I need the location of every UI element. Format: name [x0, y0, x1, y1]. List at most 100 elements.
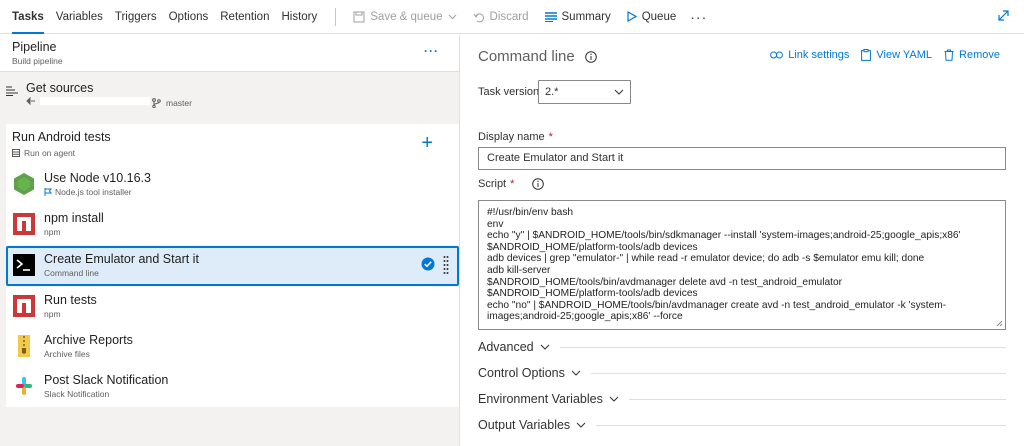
repo-icon	[26, 97, 35, 105]
add-task-icon[interactable]: +	[421, 132, 433, 155]
view-yaml-button[interactable]: View YAML	[861, 49, 932, 61]
branch-icon	[152, 98, 161, 108]
save-icon	[353, 11, 365, 22]
section-divider	[596, 424, 1006, 426]
task-item-selected[interactable]: Create Emulator and Start it Command lin…	[6, 246, 459, 286]
tab-tasks[interactable]: Tasks	[6, 0, 50, 34]
task-type: Command line	[44, 268, 99, 278]
task-name: npm install	[44, 211, 104, 225]
check-circle-icon	[421, 257, 435, 271]
branch-info: master	[152, 98, 192, 108]
section-advanced[interactable]: Advanced	[478, 340, 1006, 354]
tab-history[interactable]: History	[275, 0, 323, 34]
section-divider	[559, 346, 1006, 348]
task-item[interactable]: Use Node v10.16.3 Node.js tool installer	[6, 165, 459, 205]
chevron-down-icon	[614, 89, 624, 95]
remove-button[interactable]: Remove	[944, 49, 1000, 61]
drag-handle-icon[interactable]	[443, 255, 449, 277]
display-name-label: Display name *	[478, 131, 553, 143]
discard-button[interactable]: Discard	[465, 0, 537, 34]
view-yaml-label: View YAML	[876, 49, 933, 61]
task-details-panel: Command line Link settings View YAML Rem…	[461, 35, 1024, 446]
tab-retention[interactable]: Retention	[214, 0, 275, 34]
nodejs-icon	[14, 173, 34, 195]
tab-options[interactable]: Options	[163, 0, 215, 34]
task-version-value: 2.*	[545, 86, 559, 98]
queue-button[interactable]: Queue	[619, 0, 685, 34]
branch-name: master	[166, 98, 192, 108]
terminal-icon	[13, 254, 35, 276]
summary-button[interactable]: Summary	[537, 0, 619, 34]
info-icon[interactable]	[584, 50, 597, 63]
repo-name-redacted	[40, 97, 150, 105]
section-control-options-label: Control Options	[478, 366, 565, 380]
task-version-select[interactable]: 2.*	[538, 80, 631, 104]
task-item[interactable]: Post Slack Notification Slack Notificati…	[6, 367, 459, 407]
expand-icon[interactable]	[997, 9, 1010, 22]
trash-icon	[944, 49, 954, 61]
source-list-icon	[6, 86, 18, 96]
chevron-down-icon	[448, 14, 456, 19]
tab-history-label: History	[281, 10, 318, 23]
info-icon[interactable]	[532, 178, 545, 190]
pipeline-title: Pipeline	[12, 40, 57, 54]
agent-job-subtitle-text: Run on agent	[24, 148, 76, 158]
link-icon	[770, 51, 784, 59]
get-sources-item[interactable]: Get sources master	[0, 75, 459, 117]
task-item[interactable]: Run tests npm	[6, 287, 459, 327]
tab-retention-label: Retention	[220, 10, 270, 23]
display-name-input[interactable]: Create Emulator and Start it	[478, 147, 1006, 170]
section-output-variables[interactable]: Output Variables	[478, 418, 1006, 432]
archive-icon	[18, 335, 30, 357]
task-version-label: Task version	[478, 86, 540, 98]
task-name: Post Slack Notification	[44, 373, 169, 387]
slack-icon	[16, 377, 32, 395]
clipboard-icon	[861, 49, 872, 61]
save-queue-button[interactable]: Save & queue	[345, 0, 464, 34]
save-queue-label: Save & queue	[370, 10, 443, 23]
details-title: Command line	[478, 48, 575, 65]
task-type: Slack Notification	[44, 389, 110, 399]
undo-icon	[473, 12, 484, 22]
section-environment-variables[interactable]: Environment Variables	[478, 392, 1006, 406]
chevron-down-icon	[571, 370, 581, 376]
tab-tasks-label: Tasks	[12, 10, 44, 23]
script-label-text: Script	[478, 178, 507, 190]
play-icon	[627, 11, 637, 22]
task-name: Run tests	[44, 293, 97, 307]
task-name: Create Emulator and Start it	[44, 252, 199, 266]
script-label: Script *	[478, 178, 545, 190]
section-output-variables-label: Output Variables	[478, 418, 571, 432]
chevron-down-icon	[576, 422, 586, 428]
section-divider	[628, 398, 1006, 400]
list-icon	[544, 11, 557, 22]
tab-triggers-label: Triggers	[114, 10, 157, 23]
task-item[interactable]: npm install npm	[6, 205, 459, 245]
task-type: Node.js tool installer	[44, 187, 132, 197]
section-divider	[590, 372, 1006, 374]
task-item[interactable]: Archive Reports Archive files	[6, 327, 459, 367]
task-list-panel: Pipeline Build pipeline ··· Get sources …	[0, 35, 460, 446]
tab-variables[interactable]: Variables	[50, 0, 109, 34]
script-textarea[interactable]: #!/usr/bin/env bash env echo "y" | $ANDR…	[478, 200, 1006, 330]
pipeline-card[interactable]: Pipeline Build pipeline ···	[0, 35, 459, 72]
link-settings-label: Link settings	[788, 49, 850, 61]
required-marker: *	[510, 178, 515, 190]
display-name-label-text: Display name	[478, 131, 545, 143]
top-toolbar: Tasks Variables Triggers Options Retenti…	[0, 0, 1024, 34]
chevron-down-icon	[609, 396, 619, 402]
link-settings-button[interactable]: Link settings	[770, 49, 849, 61]
task-type: npm	[44, 227, 61, 237]
resize-handle-icon[interactable]	[996, 320, 1003, 327]
more-options-icon[interactable]: ···	[684, 9, 713, 25]
discard-label: Discard	[489, 10, 529, 23]
details-header: Command line	[478, 48, 597, 65]
task-type: Archive files	[44, 349, 90, 359]
section-control-options[interactable]: Control Options	[478, 366, 1006, 380]
pipeline-more-icon[interactable]: ···	[424, 44, 439, 58]
task-type: npm	[44, 309, 61, 319]
queue-label: Queue	[641, 10, 677, 23]
section-advanced-label: Advanced	[478, 340, 534, 354]
tab-triggers[interactable]: Triggers	[109, 0, 163, 34]
required-marker: *	[548, 131, 553, 143]
